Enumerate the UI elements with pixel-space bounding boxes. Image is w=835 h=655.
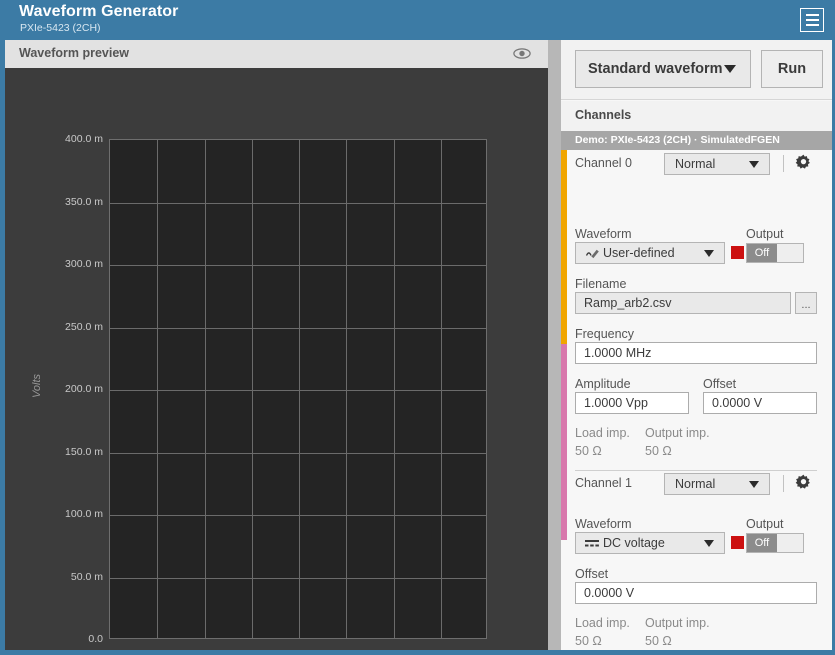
channel0-output-toggle[interactable]: Off [746,243,804,263]
y-axis-tick-label: 300.0 m [65,258,103,270]
channel0-waveform-value: User-defined [603,246,675,260]
waveform-preview-panel: Waveform preview Volts 400.0 m 350.0 m 300… [5,40,548,650]
gear-icon[interactable] [795,474,812,491]
chevron-down-icon [749,480,759,488]
channel0-load-imp-value: 50 Ω [575,444,602,458]
channel1-load-imp-value: 50 Ω [575,634,602,648]
title-bar: Waveform Generator PXIe-5423 (2CH) [5,0,832,40]
channel1-output-state: Off [747,534,777,552]
page-title: Waveform Generator [19,3,179,20]
channel1-name: Channel 1 [575,476,632,490]
y-axis-tick-label: 150.0 m [65,445,103,458]
y-axis-tick-label: 50.0 m [70,570,103,583]
channel0-mode-value: Normal [675,157,716,171]
channel1-accent-bar [561,344,567,540]
channel1-mode-value: Normal [675,477,716,491]
chevron-down-icon [724,65,736,73]
channel1-output-imp-label: Output imp. [645,616,710,630]
hamburger-menu-icon[interactable] [800,8,824,32]
y-axis-tick-label: 350.0 m [65,195,103,208]
y-axis-tick-label: 400.0 m [65,133,103,145]
chevron-down-icon [704,539,714,547]
device-status-bar: Demo: PXIe-5423 (2CH) · SimulatedFGEN [561,131,832,150]
channel1-output-imp-value: 50 Ω [645,634,672,648]
channel0-offset-field[interactable]: 0.0000 V [703,392,817,414]
waveform-trace [110,140,487,639]
y-axis-tick-label: 0.0 [88,633,103,645]
channel1-waveform-label: Waveform [575,517,632,531]
channel0-load-imp-label: Load imp. [575,426,630,440]
channel1-mode-dropdown[interactable]: Normal [664,473,770,495]
dc-voltage-icon [583,538,601,548]
channel1-output-led [731,536,744,549]
channel0-output-imp-value: 50 Ω [645,444,672,458]
chevron-down-icon [749,160,759,168]
toggle-track [777,534,803,552]
waveform-mode-label: Standard waveform [588,61,723,77]
waveform-generator-window: Waveform Generator PXIe-5423 (2CH) Wavef… [0,0,835,655]
run-button[interactable]: Run [761,50,823,88]
channel-divider [575,470,817,471]
y-axis-ticks: 400.0 m 350.0 m 300.0 m 250.0 m 200.0 m 150.0… [5,68,103,650]
preview-title: Waveform preview [19,46,129,60]
channel0-output-led [731,246,744,259]
divider [783,475,784,492]
preview-header: Waveform preview [5,40,548,68]
channel0-amplitude-field[interactable]: 1.0000 Vpp [575,392,689,414]
channel0-frequency-label: Frequency [575,327,635,341]
channel0-filename-field[interactable]: Ramp_arb2.csv [575,292,791,314]
toggle-track [777,244,803,262]
channel0-offset-label: Offset [703,377,737,391]
pen-waveform-icon [583,247,601,260]
device-status-text: Demo: PXIe-5423 (2CH) · SimulatedFGEN [575,134,780,146]
gear-icon[interactable] [795,154,812,171]
channel1-waveform-dropdown[interactable]: DC voltage [575,532,725,554]
channel0-waveform-dropdown[interactable]: User-defined [575,242,725,264]
channel1-output-toggle[interactable]: Off [746,533,804,553]
channel0-filename-label: Filename [575,277,627,291]
divider [783,155,784,172]
chevron-down-icon [704,249,714,257]
y-axis-tick-label: 100.0 m [65,508,103,520]
channel0-output-label: Output [746,227,784,241]
settings-panel: Standard waveform Run Channels Demo: PXI… [561,40,832,650]
channel0-frequency-field[interactable]: 1.0000 MHz [575,342,817,364]
channel1-offset-label: Offset [575,567,609,581]
channel0-accent-bar [561,150,567,344]
channels-section-label: Channels [575,108,632,122]
channel1-output-label: Output [746,517,784,531]
channel0-output-imp-label: Output imp. [645,426,710,440]
settings-toolbar: Standard waveform Run [561,40,832,100]
channels-section-header: Channels [561,101,832,131]
channel0-waveform-label: Waveform [575,227,632,241]
waveform-mode-dropdown[interactable]: Standard waveform [575,50,751,88]
channel1-offset-field[interactable]: 0.0000 V [575,582,817,604]
channel0-output-state: Off [747,244,777,262]
channel0-name: Channel 0 [575,156,632,170]
waveform-chart: Volts 400.0 m 350.0 m 300.0 m 250.0 m 200.0 … [5,68,548,650]
eye-icon[interactable] [513,47,531,60]
plot-area [109,139,487,639]
y-axis-tick-label: 200.0 m [65,383,103,395]
channel1-load-imp-label: Load imp. [575,616,630,630]
y-axis-tick-label: 250.0 m [65,320,103,333]
channel0-mode-dropdown[interactable]: Normal [664,153,770,175]
channel0-amplitude-label: Amplitude [575,377,631,391]
panel-scrollbar[interactable] [548,40,561,650]
channel0-browse-button[interactable]: ... [795,292,817,314]
device-model-subtitle: PXIe-5423 (2CH) [20,22,101,34]
channel1-waveform-value: DC voltage [603,536,665,550]
